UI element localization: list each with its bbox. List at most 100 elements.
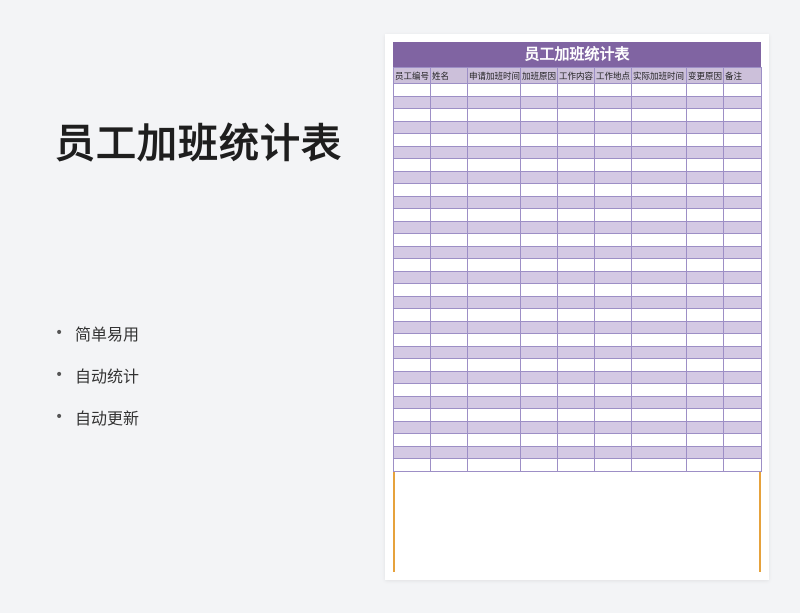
table-cell <box>631 345 687 359</box>
table-row <box>393 445 762 459</box>
table-cell <box>393 158 431 172</box>
table-cell <box>393 120 431 134</box>
table-cell <box>430 308 468 322</box>
table-row <box>393 283 762 297</box>
table-cell <box>723 333 762 347</box>
table-cell <box>430 183 468 197</box>
feature-item: • 简单易用 <box>55 312 139 354</box>
table-cell <box>631 195 687 209</box>
table-cell <box>520 270 558 284</box>
feature-label: 自动更新 <box>75 409 140 428</box>
table-cell <box>594 245 632 259</box>
table-row <box>393 83 762 97</box>
table-cell <box>594 358 632 372</box>
table-cell <box>467 133 521 147</box>
table-cell <box>393 383 431 397</box>
table-cell <box>557 420 595 434</box>
table-cell <box>631 283 687 297</box>
table-cell <box>430 383 468 397</box>
table-cell <box>594 83 632 97</box>
table-cell <box>393 420 431 434</box>
table-row <box>393 108 762 122</box>
table-cell <box>467 158 521 172</box>
table-cell <box>631 308 687 322</box>
table-cell <box>557 183 595 197</box>
table-cell <box>393 133 431 147</box>
table-cell <box>557 245 595 259</box>
feature-item: • 自动更新 <box>55 396 139 438</box>
table-cell <box>723 395 762 409</box>
table-cell <box>467 120 521 134</box>
table-cell <box>631 145 687 159</box>
table-cell <box>723 408 762 422</box>
spreadsheet-preview: 员工加班统计表 员工编号 姓名 申请加班时间 加班原因 工作内容 工作地点 实际… <box>385 34 769 580</box>
table-cell <box>430 83 468 97</box>
table-cell <box>594 108 632 122</box>
table-cell <box>557 120 595 134</box>
table-cell <box>557 195 595 209</box>
feature-label: 简单易用 <box>75 325 140 344</box>
table-cell <box>686 133 724 147</box>
table-cell <box>594 408 632 422</box>
table-cell <box>723 95 762 109</box>
table-cell <box>430 333 468 347</box>
table-cell <box>393 283 431 297</box>
table-cell <box>557 208 595 222</box>
table-cell <box>467 108 521 122</box>
bullet-icon: • <box>55 367 64 383</box>
table-row <box>393 358 762 372</box>
table-cell <box>594 145 632 159</box>
table-cell <box>430 283 468 297</box>
table-cell <box>520 283 558 297</box>
table-cell <box>467 220 521 234</box>
table-cell <box>393 370 431 384</box>
column-header: 备注 <box>723 67 762 84</box>
table-cell <box>686 308 724 322</box>
table-cell <box>594 220 632 234</box>
table-cell <box>594 295 632 309</box>
table-cell <box>686 183 724 197</box>
column-header: 加班原因 <box>520 67 558 84</box>
table-cell <box>520 458 558 472</box>
table-cell <box>430 295 468 309</box>
table-cell <box>594 370 632 384</box>
table-cell <box>557 258 595 272</box>
table-cell <box>594 183 632 197</box>
table-row <box>393 258 762 272</box>
table-cell <box>723 308 762 322</box>
table-cell <box>467 308 521 322</box>
table-cell <box>686 158 724 172</box>
table-cell <box>723 83 762 97</box>
table-cell <box>686 445 724 459</box>
table-row <box>393 120 762 134</box>
table-cell <box>520 445 558 459</box>
table-cell <box>557 158 595 172</box>
table-cell <box>520 220 558 234</box>
table-cell <box>723 445 762 459</box>
table-cell <box>723 383 762 397</box>
table-cell <box>631 183 687 197</box>
table-row <box>393 295 762 309</box>
table-cell <box>594 195 632 209</box>
table-cell <box>723 170 762 184</box>
table-cell <box>520 183 558 197</box>
table-cell <box>520 370 558 384</box>
table-cell <box>686 145 724 159</box>
table-cell <box>393 170 431 184</box>
table-cell <box>594 308 632 322</box>
table-cell <box>393 333 431 347</box>
table-cell <box>631 395 687 409</box>
table-cell <box>594 433 632 447</box>
table-cell <box>631 95 687 109</box>
table-cell <box>393 295 431 309</box>
table-cell <box>631 270 687 284</box>
table-cell <box>557 345 595 359</box>
table-cell <box>631 383 687 397</box>
table-cell <box>467 358 521 372</box>
table-cell <box>393 358 431 372</box>
table-cell <box>557 308 595 322</box>
table-cell <box>686 83 724 97</box>
table-cell <box>430 458 468 472</box>
table-body <box>393 83 762 472</box>
table-cell <box>557 270 595 284</box>
